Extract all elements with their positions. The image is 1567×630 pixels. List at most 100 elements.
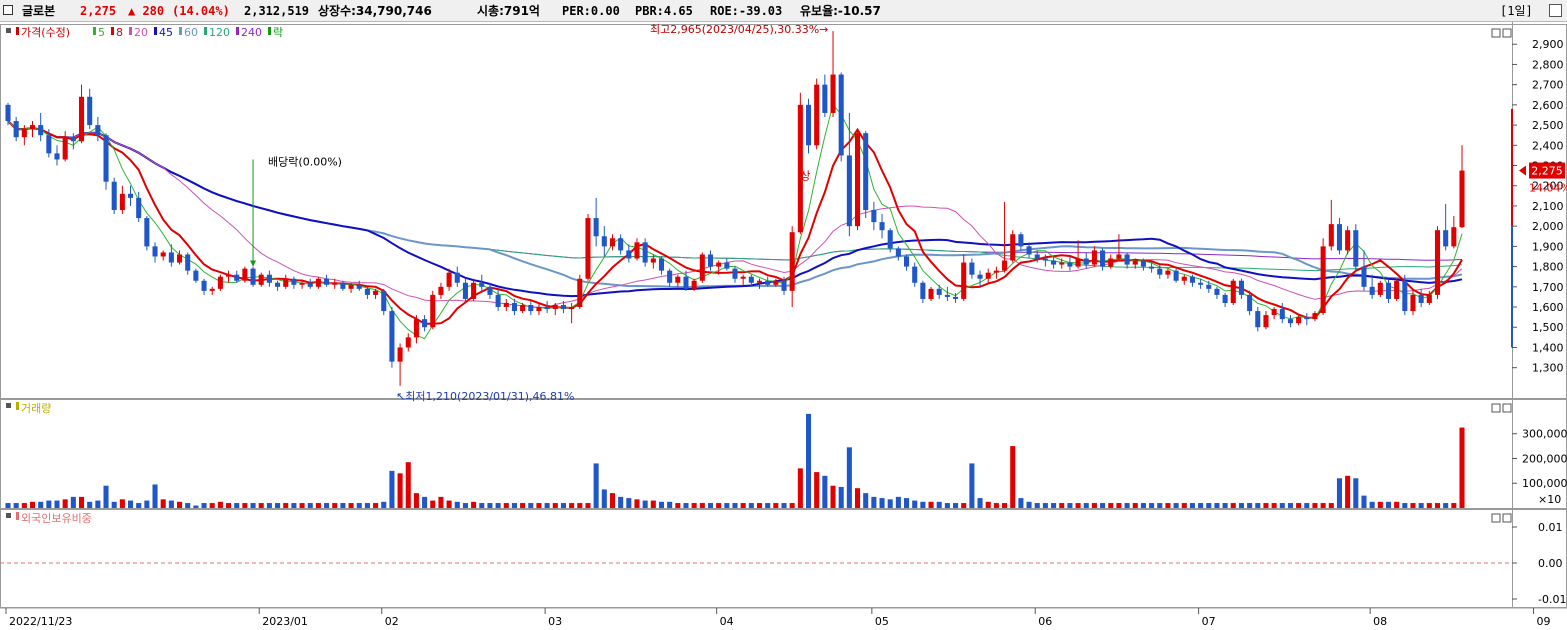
volume-bar [446, 500, 452, 508]
select-checkbox[interactable] [3, 5, 13, 15]
volume-bar [1345, 475, 1351, 508]
candle [520, 305, 526, 312]
candle [1214, 288, 1220, 295]
volume-bar [160, 499, 166, 508]
candle [315, 278, 321, 287]
volume-bar [62, 499, 68, 508]
volume-bar [528, 503, 534, 508]
candle [675, 276, 681, 283]
volume-bar [1230, 503, 1236, 508]
volume-legend: 거래량 [21, 402, 51, 415]
volume-bar [242, 503, 248, 508]
volume-bar [1296, 503, 1302, 508]
volume-bar [46, 500, 52, 508]
candle [724, 262, 730, 269]
volume-bar [307, 503, 313, 508]
candle [1263, 315, 1269, 328]
volume-bar [201, 503, 207, 508]
candle [961, 262, 967, 299]
volume-bar [479, 503, 485, 508]
volume-bar [193, 505, 199, 508]
candle [1287, 319, 1293, 324]
candle [495, 294, 501, 308]
candle [805, 104, 812, 146]
candle [1271, 309, 1277, 316]
volume-bar [1377, 501, 1383, 508]
candle [1247, 294, 1253, 312]
legend-handle-icon [6, 28, 11, 33]
legend-item: 60 [184, 26, 198, 39]
volume-bar [144, 500, 150, 508]
stock-header: 글로본 2,275 ▲ 280 (14.04%) 2,312,519 상장수:3… [0, 0, 1567, 22]
candle [1394, 280, 1400, 299]
foreign-legend: 외국인보유비중 [21, 512, 92, 525]
legend-item: 20 [134, 26, 148, 39]
candle [577, 278, 583, 308]
volume-bar [1083, 503, 1089, 508]
volume-bar [830, 485, 836, 508]
candle [479, 282, 485, 287]
candle [977, 274, 983, 279]
volume-bar [95, 500, 101, 508]
candle [1124, 254, 1130, 265]
candle [275, 282, 281, 287]
close-icon[interactable] [1549, 4, 1562, 17]
candle [38, 125, 44, 136]
candle [454, 272, 460, 283]
candle [593, 218, 599, 237]
legend-swatch [16, 402, 19, 410]
volume-bar [691, 503, 697, 508]
legend-item: 45 [159, 26, 173, 39]
volume-bar [136, 503, 142, 508]
candle [1108, 258, 1114, 267]
volume-bar [854, 488, 861, 508]
volume-bar [985, 501, 991, 508]
candle [1206, 284, 1212, 289]
candle [332, 282, 338, 285]
candle [119, 193, 125, 210]
volume-bar [732, 503, 738, 508]
volume-bar [863, 493, 869, 508]
volume-bar [895, 496, 901, 508]
candle [609, 238, 616, 247]
volume-bar [1149, 503, 1155, 508]
legend-item: 5 [98, 26, 105, 39]
chart-background [0, 22, 1567, 630]
volume-bar [1157, 503, 1163, 508]
volume-bar [1132, 503, 1138, 508]
candle [95, 125, 101, 136]
candle [585, 218, 591, 279]
low-annotation: ↖최저1,210(2023/01/31),46.81% [396, 390, 574, 403]
price-tick-label: 2,400 [1532, 139, 1564, 152]
candle [1075, 258, 1081, 267]
candle [299, 282, 305, 285]
candle [193, 270, 199, 281]
candle [103, 135, 109, 182]
candle [789, 232, 795, 291]
price-tick-label: 1,300 [1532, 362, 1564, 375]
candle [471, 282, 477, 299]
volume-bar [299, 503, 305, 508]
stock-chart[interactable]: 2,9002,8002,7002,6002,5002,4002,3002,200… [0, 22, 1567, 630]
volume-bar [422, 496, 428, 508]
stock-volume: 2,312,519 [244, 4, 310, 18]
candle [1140, 260, 1146, 267]
volume-bar [511, 503, 517, 508]
candle [536, 307, 542, 312]
volume-bar [185, 503, 191, 508]
candle [1345, 230, 1351, 251]
panel-maximize-icon [1502, 513, 1512, 523]
legend-swatch [93, 27, 96, 35]
volume-bar [234, 503, 240, 508]
candle [234, 274, 240, 281]
period-selector[interactable]: [1일] [1500, 0, 1533, 22]
retention-ratio: 유보율:-10.57 [800, 4, 881, 18]
price-tick-label: 1,800 [1532, 261, 1564, 274]
volume-bar [177, 501, 183, 508]
candle [1336, 224, 1343, 251]
stock-name[interactable]: 글로본 [22, 0, 55, 22]
volume-bar [699, 503, 705, 508]
candle [324, 278, 330, 285]
candle [405, 337, 411, 348]
volume-bar [413, 493, 419, 508]
